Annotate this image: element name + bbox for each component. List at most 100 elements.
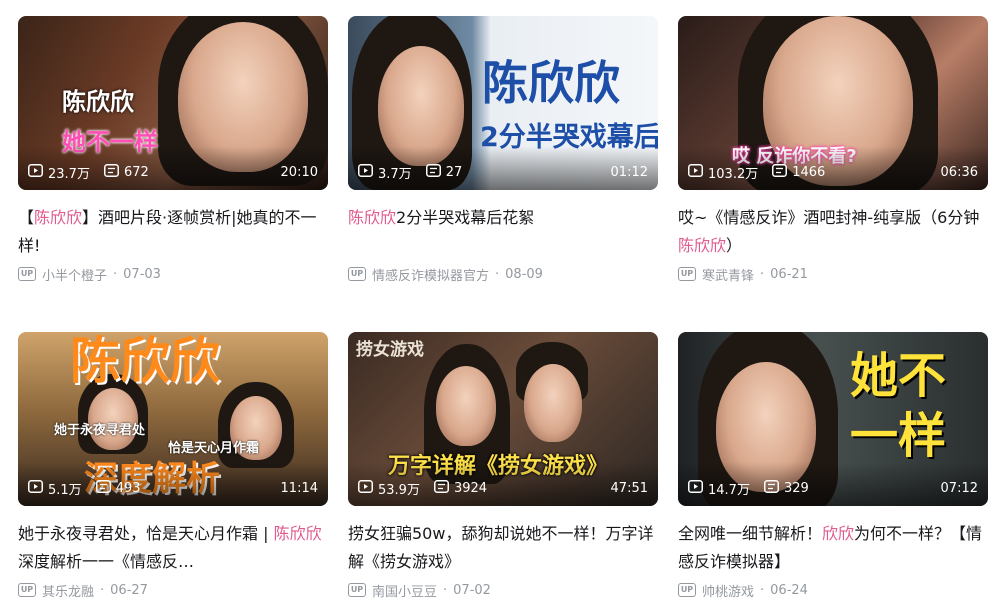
danmaku-icon <box>772 163 792 181</box>
meta-separator: · <box>760 582 765 598</box>
title-text: 她于永夜寻君处，恰是天心月作霜 | <box>18 524 274 543</box>
uploader-name[interactable]: 南国小豆豆 <box>372 581 437 600</box>
video-stats: 103.2万 1466 06:36 <box>688 163 978 182</box>
play-count-icon <box>688 163 708 181</box>
up-badge-icon: UP <box>348 583 366 597</box>
danmaku-icon <box>103 163 124 181</box>
uploader-name[interactable]: 情感反诈模拟器官方 <box>372 265 489 284</box>
view-count: 53.9万 <box>358 479 420 498</box>
view-count: 23.7万 <box>28 163 90 182</box>
title-text: 2分半哭戏幕后花絮 <box>396 208 535 227</box>
video-title[interactable]: 陈欣欣2分半哭戏幕后花絮 <box>348 204 658 260</box>
video-card[interactable]: 陈欣欣 她不一样 23.7万 672 20:10 【陈欣欣】酒吧片段·逐帧赏析|… <box>18 16 328 284</box>
video-duration: 07:12 <box>940 480 978 496</box>
video-thumbnail[interactable]: 陈欣欣 她不一样 23.7万 672 20:10 <box>18 16 328 190</box>
uploader-name[interactable]: 小半个橙子 <box>42 265 107 284</box>
view-count-value: 23.7万 <box>48 166 90 182</box>
video-thumbnail[interactable]: 陈欣欣 2分半哭戏幕后 3.7万 27 01:12 <box>348 16 658 190</box>
danmaku-count: 3924 <box>433 479 488 497</box>
video-title[interactable]: 全网唯一细节解析！欣欣为何不一样？【情感反诈模拟器】 <box>678 520 988 576</box>
upload-date: 06-24 <box>770 582 808 598</box>
up-badge-icon: UP <box>678 267 696 281</box>
video-card[interactable]: 陈欣欣 她于永夜寻君处 恰是天心月作霜 深度解析 5.1万 493 11:14 … <box>18 332 328 600</box>
up-badge-icon: UP <box>348 267 366 281</box>
view-count-value: 3.7万 <box>378 166 412 182</box>
video-stats: 53.9万 3924 47:51 <box>358 479 648 498</box>
danmaku-count: 493 <box>95 479 141 497</box>
upload-date: 06-27 <box>110 582 148 598</box>
video-stats: 14.7万 329 07:12 <box>688 479 978 498</box>
video-duration: 06:36 <box>940 164 978 180</box>
thumb-caption: 一样 <box>850 408 947 464</box>
up-badge-icon: UP <box>18 583 36 597</box>
danmaku-count-value: 672 <box>123 164 149 180</box>
video-card[interactable]: 她不 一样 14.7万 329 07:12 全网唯一细节解析！欣欣为何不一样？【… <box>678 332 988 600</box>
play-count-icon <box>28 163 48 181</box>
video-meta: UP 南国小豆豆 · 07-02 <box>348 580 658 600</box>
danmaku-count-value: 3924 <box>453 480 488 496</box>
title-text: 深度解析一一《情感反… <box>18 552 195 571</box>
video-thumbnail[interactable]: 她不 一样 14.7万 329 07:12 <box>678 332 988 506</box>
title-text: 全网唯一细节解析！ <box>678 524 823 543</box>
danmaku-count: 27 <box>425 163 463 181</box>
danmaku-icon <box>763 479 784 497</box>
title-keyword-highlight: 陈欣欣 <box>273 524 322 543</box>
thumb-caption: 捞女游戏 <box>356 340 424 360</box>
thumb-caption: 恰是天心月作霜 <box>168 441 260 456</box>
meta-separator: · <box>495 266 500 282</box>
play-count-icon <box>358 163 378 181</box>
danmaku-count: 1466 <box>772 163 825 181</box>
title-keyword-highlight: 欣欣 <box>822 524 855 543</box>
video-grid: 陈欣欣 她不一样 23.7万 672 20:10 【陈欣欣】酒吧片段·逐帧赏析|… <box>0 0 1000 614</box>
danmaku-icon <box>95 479 116 497</box>
danmaku-count-value: 329 <box>783 480 809 496</box>
video-meta: UP 寒武青锋 · 06-21 <box>678 264 988 284</box>
up-badge-icon: UP <box>678 583 696 597</box>
upload-date: 08-09 <box>505 266 543 282</box>
video-duration: 47:51 <box>610 480 648 496</box>
upload-date: 06-21 <box>770 266 808 282</box>
video-card[interactable]: 陈欣欣 2分半哭戏幕后 3.7万 27 01:12 陈欣欣2分半哭戏幕后花絮 U… <box>348 16 658 284</box>
meta-separator: · <box>760 266 765 282</box>
meta-separator: · <box>443 582 448 598</box>
video-stats: 3.7万 27 01:12 <box>358 163 648 182</box>
danmaku-icon <box>425 163 446 181</box>
video-card[interactable]: 捞女游戏 万字详解《捞女游戏》 53.9万 3924 47:51 捞女狂骗50w… <box>348 332 658 600</box>
up-badge-icon: UP <box>18 267 36 281</box>
thumb-caption: 陈欣欣 <box>70 332 220 390</box>
danmaku-count: 329 <box>763 479 809 497</box>
video-card[interactable]: 哎 反诈你不看? 103.2万 1466 06:36 哎~《情感反诈》酒吧封神-… <box>678 16 988 284</box>
video-title[interactable]: 哎~《情感反诈》酒吧封神-纯享版（6分钟陈欣欣） <box>678 204 988 260</box>
view-count: 3.7万 <box>358 163 412 182</box>
video-stats: 5.1万 493 11:14 <box>28 479 318 498</box>
thumb-caption: 她于永夜寻君处 <box>54 423 146 438</box>
title-text: 【 <box>18 208 35 227</box>
meta-separator: · <box>113 266 118 282</box>
title-text: 捞女狂骗50w，舔狗却说她不一样！万字详解《捞女游戏》 <box>348 524 654 571</box>
danmaku-count-value: 27 <box>445 164 463 180</box>
video-thumbnail[interactable]: 哎 反诈你不看? 103.2万 1466 06:36 <box>678 16 988 190</box>
view-count: 103.2万 <box>688 163 758 182</box>
uploader-name[interactable]: 帅桃游戏 <box>702 581 754 600</box>
danmaku-count: 672 <box>103 163 149 181</box>
title-text: 哎~《情感反诈》酒吧封神-纯享版（6分钟 <box>678 208 980 227</box>
play-count-icon <box>28 479 48 497</box>
uploader-name[interactable]: 寒武青锋 <box>702 265 754 284</box>
view-count-value: 14.7万 <box>708 482 750 498</box>
upload-date: 07-02 <box>453 582 491 598</box>
video-duration: 20:10 <box>280 164 318 180</box>
video-meta: UP 帅桃游戏 · 06-24 <box>678 580 988 600</box>
video-title[interactable]: 捞女狂骗50w，舔狗却说她不一样！万字详解《捞女游戏》 <box>348 520 658 576</box>
thumb-caption: 她不 <box>850 348 947 404</box>
uploader-name[interactable]: 其乐龙融 <box>42 581 94 600</box>
video-meta: UP 情感反诈模拟器官方 · 08-09 <box>348 264 658 284</box>
title-keyword-highlight: 陈欣欣 <box>678 236 727 255</box>
view-count: 14.7万 <box>688 479 750 498</box>
view-count-value: 5.1万 <box>48 482 82 498</box>
video-title[interactable]: 她于永夜寻君处，恰是天心月作霜 | 陈欣欣深度解析一一《情感反… <box>18 520 328 576</box>
video-title[interactable]: 【陈欣欣】酒吧片段·逐帧赏析|她真的不一样! <box>18 204 328 260</box>
title-text: ） <box>726 236 743 255</box>
danmaku-icon <box>433 479 454 497</box>
video-thumbnail[interactable]: 陈欣欣 她于永夜寻君处 恰是天心月作霜 深度解析 5.1万 493 11:14 <box>18 332 328 506</box>
video-thumbnail[interactable]: 捞女游戏 万字详解《捞女游戏》 53.9万 3924 47:51 <box>348 332 658 506</box>
